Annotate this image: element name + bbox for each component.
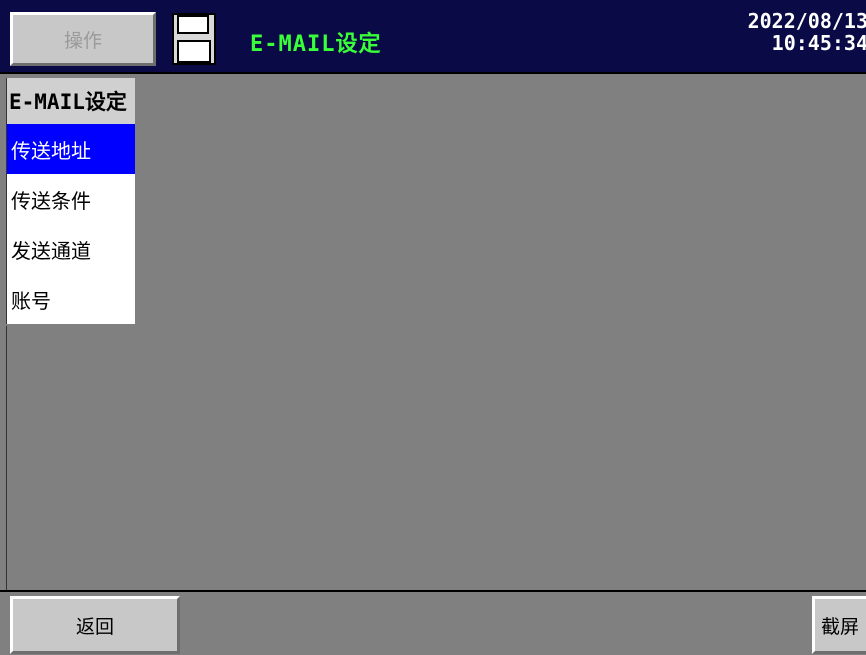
operate-button[interactable]: 操作	[10, 12, 156, 66]
back-button[interactable]: 返回	[10, 596, 180, 654]
screenshot-button[interactable]: 截屏	[812, 596, 866, 654]
top-bar: 操作 E-MAIL设定 2022/08/13 10:45:34	[0, 0, 866, 74]
date-text: 2022/08/13	[747, 9, 866, 33]
email-settings-menu: E-MAIL设定 传送地址 传送条件 发送通道 账号	[6, 78, 135, 324]
date-time-display: 2022/08/13 10:45:34	[748, 10, 866, 54]
left-divider	[6, 326, 7, 592]
menu-item-account[interactable]: 账号	[7, 274, 135, 324]
menu-item-send-address[interactable]: 传送地址	[7, 124, 135, 174]
floppy-disk-icon[interactable]	[172, 13, 216, 65]
screen-title: E-MAIL设定	[250, 32, 382, 57]
menu-item-send-condition[interactable]: 传送条件	[7, 174, 135, 224]
time-text: 10:45:34	[771, 31, 866, 55]
menu-item-send-channel[interactable]: 发送通道	[7, 224, 135, 274]
menu-title: E-MAIL设定	[7, 78, 135, 124]
